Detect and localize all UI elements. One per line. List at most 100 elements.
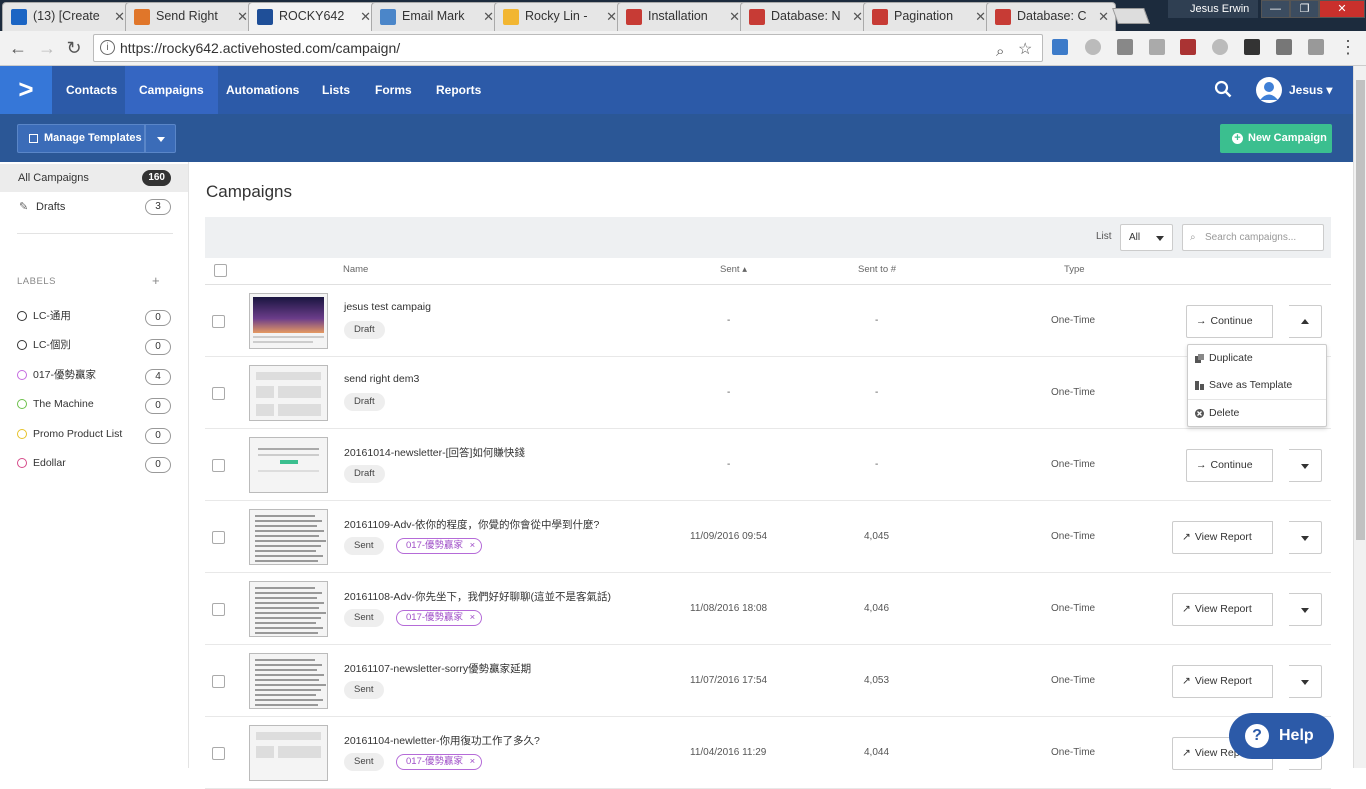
row-checkbox[interactable] bbox=[212, 603, 225, 616]
campaign-thumbnail[interactable] bbox=[249, 653, 328, 709]
tab-close-icon[interactable]: ✕ bbox=[975, 3, 986, 30]
add-label-button[interactable]: + bbox=[152, 273, 160, 288]
row-checkbox[interactable] bbox=[212, 675, 225, 688]
row-action-dropdown[interactable] bbox=[1289, 305, 1322, 338]
minimize-button[interactable]: — bbox=[1261, 0, 1290, 18]
campaign-name[interactable]: jesus test campaig bbox=[344, 301, 431, 313]
browser-tab[interactable]: Pagination ✕ bbox=[863, 2, 993, 31]
forward-icon[interactable]: → bbox=[37, 38, 57, 58]
manage-templates-button[interactable]: Manage Templates bbox=[17, 124, 145, 153]
back-icon[interactable]: ← bbox=[8, 38, 28, 58]
menu-delete[interactable]: Delete bbox=[1188, 400, 1326, 427]
extension-icon[interactable] bbox=[1085, 39, 1101, 55]
row-checkbox[interactable] bbox=[212, 531, 225, 544]
nav-lists[interactable]: Lists bbox=[308, 66, 364, 114]
sidebar-label-item[interactable]: The Machine 0 bbox=[0, 392, 188, 416]
tab-close-icon[interactable]: ✕ bbox=[360, 3, 371, 30]
campaign-thumbnail[interactable] bbox=[249, 293, 328, 349]
search-campaigns-input[interactable]: ⌕ Search campaigns... bbox=[1182, 224, 1324, 251]
browser-tab[interactable]: Send Right ✕ bbox=[125, 2, 255, 31]
manage-templates-dropdown[interactable] bbox=[145, 124, 176, 153]
column-sent-to[interactable]: Sent to # bbox=[858, 264, 896, 275]
zoom-icon[interactable]: ⌕ bbox=[996, 39, 1004, 65]
chrome-menu-icon[interactable]: ⋮ bbox=[1338, 37, 1358, 57]
browser-tab[interactable]: Installation ✕ bbox=[617, 2, 747, 31]
view-report-button[interactable]: ↗ View Report bbox=[1172, 521, 1273, 554]
bookmark-star-icon[interactable]: ☆ bbox=[1018, 37, 1032, 63]
nav-automations[interactable]: Automations bbox=[212, 66, 313, 114]
sidebar-label-item[interactable]: LC-個別 0 bbox=[0, 333, 188, 357]
avatar[interactable] bbox=[1256, 77, 1282, 103]
row-action-dropdown[interactable] bbox=[1289, 593, 1322, 626]
remove-tag-icon[interactable]: × bbox=[470, 756, 476, 767]
nav-campaigns[interactable]: Campaigns bbox=[125, 66, 218, 114]
sidebar-label-item[interactable]: 017-優勢贏家 4 bbox=[0, 363, 188, 387]
tab-close-icon[interactable]: ✕ bbox=[483, 3, 494, 30]
row-checkbox[interactable] bbox=[212, 315, 225, 328]
tab-close-icon[interactable]: ✕ bbox=[852, 3, 863, 30]
view-report-button[interactable]: ↗ View Report bbox=[1172, 593, 1273, 626]
scroll-thumb[interactable] bbox=[1356, 80, 1365, 540]
row-action-dropdown[interactable] bbox=[1289, 521, 1322, 554]
help-button[interactable]: ? Help bbox=[1229, 713, 1334, 759]
campaign-thumbnail[interactable] bbox=[249, 725, 328, 781]
view-report-button[interactable]: ↗ View Report bbox=[1172, 665, 1273, 698]
continue-button[interactable]: → Continue bbox=[1186, 305, 1273, 338]
page-scrollbar[interactable] bbox=[1353, 66, 1366, 768]
column-type[interactable]: Type bbox=[1064, 264, 1085, 275]
new-tab-button[interactable] bbox=[1112, 8, 1150, 24]
remove-tag-icon[interactable]: × bbox=[470, 612, 476, 623]
row-checkbox[interactable] bbox=[212, 459, 225, 472]
campaign-name[interactable]: send right dem3 bbox=[344, 373, 419, 385]
list-filter-select[interactable]: All bbox=[1120, 224, 1173, 251]
extension-icon[interactable] bbox=[1244, 39, 1260, 55]
sidebar-item-all-campaigns[interactable]: All Campaigns 160 bbox=[0, 164, 188, 192]
extension-icon[interactable] bbox=[1308, 39, 1324, 55]
nav-forms[interactable]: Forms bbox=[361, 66, 426, 114]
browser-tab[interactable]: ROCKY642 ✕ bbox=[248, 2, 378, 31]
row-checkbox[interactable] bbox=[212, 387, 225, 400]
row-checkbox[interactable] bbox=[212, 747, 225, 760]
extension-icon[interactable] bbox=[1180, 39, 1196, 55]
extension-icon[interactable] bbox=[1149, 39, 1165, 55]
campaign-name[interactable]: 20161108-Adv-你先坐下，我們好好聊聊(這並不是客氣話) bbox=[344, 589, 611, 604]
menu-save-as-template[interactable]: Save as Template bbox=[1188, 372, 1326, 399]
sidebar-item-drafts[interactable]: ✎ Drafts 3 bbox=[0, 193, 188, 221]
column-sent[interactable]: Sent ▴ bbox=[720, 264, 747, 275]
browser-tab[interactable]: (13) [Create ✕ bbox=[2, 2, 132, 31]
browser-tab[interactable]: Rocky Lin - ✕ bbox=[494, 2, 624, 31]
user-menu[interactable]: Jesus ▾ bbox=[1289, 66, 1332, 114]
tab-close-icon[interactable]: ✕ bbox=[1098, 3, 1109, 30]
tab-close-icon[interactable]: ✕ bbox=[237, 3, 248, 30]
campaign-name[interactable]: 20161109-Adv-依你的程度，你覺的你會從中學到什麼? bbox=[344, 517, 599, 532]
column-name[interactable]: Name bbox=[343, 264, 368, 275]
sidebar-label-item[interactable]: Edollar 0 bbox=[0, 451, 188, 475]
app-logo[interactable]: > bbox=[0, 66, 52, 114]
campaign-name[interactable]: 20161014-newsletter-[回答]如何賺快錢 bbox=[344, 445, 525, 460]
sidebar-label-item[interactable]: Promo Product List 0 bbox=[0, 422, 188, 446]
maximize-button[interactable]: ❐ bbox=[1290, 0, 1319, 18]
select-all-checkbox[interactable] bbox=[214, 264, 227, 277]
campaign-name[interactable]: 20161104-newletter-你用復功工作了多久? bbox=[344, 733, 540, 748]
tab-close-icon[interactable]: ✕ bbox=[729, 3, 740, 30]
browser-tab[interactable]: Database: N ✕ bbox=[740, 2, 870, 31]
sidebar-label-item[interactable]: LC-通用 0 bbox=[0, 304, 188, 328]
campaign-thumbnail[interactable] bbox=[249, 437, 328, 493]
close-window-button[interactable]: ✕ bbox=[1319, 0, 1365, 18]
campaign-thumbnail[interactable] bbox=[249, 365, 328, 421]
campaign-thumbnail[interactable] bbox=[249, 581, 328, 637]
info-icon[interactable]: i bbox=[100, 40, 115, 55]
nav-reports[interactable]: Reports bbox=[422, 66, 495, 114]
remove-tag-icon[interactable]: × bbox=[470, 540, 476, 551]
new-campaign-button[interactable]: + New Campaign bbox=[1220, 124, 1332, 153]
browser-tab[interactable]: Database: C ✕ bbox=[986, 2, 1116, 31]
extension-icon[interactable] bbox=[1117, 39, 1133, 55]
row-action-dropdown[interactable] bbox=[1289, 665, 1322, 698]
reload-icon[interactable]: ↻ bbox=[64, 38, 84, 58]
extension-icon[interactable] bbox=[1052, 39, 1068, 55]
browser-tab[interactable]: Email Mark ✕ bbox=[371, 2, 501, 31]
campaign-thumbnail[interactable] bbox=[249, 509, 328, 565]
search-icon[interactable] bbox=[1214, 80, 1232, 98]
row-action-dropdown[interactable] bbox=[1289, 449, 1322, 482]
extension-icon[interactable] bbox=[1276, 39, 1292, 55]
